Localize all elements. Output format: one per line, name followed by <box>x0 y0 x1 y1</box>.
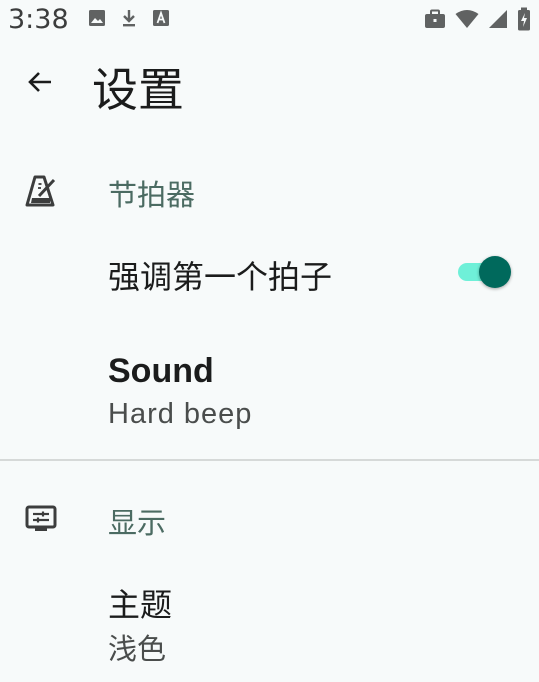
pref-accent-first-beat[interactable]: 强调第一个拍子 <box>0 230 539 314</box>
pref-title-sound: Sound <box>108 352 214 390</box>
status-bar: 3:38 <box>0 0 539 40</box>
category-title-display: 显示 <box>108 506 167 540</box>
category-title-metronome: 节拍器 <box>108 178 196 212</box>
category-display: 显示 <box>0 488 539 548</box>
status-system-icons <box>424 7 531 31</box>
briefcase-icon <box>424 9 446 29</box>
pref-summary-theme: 浅色 <box>108 632 167 666</box>
pref-summary-sound: Hard beep <box>108 398 253 430</box>
pref-title-accent-first-beat: 强调第一个拍子 <box>108 258 333 296</box>
page-title: 设置 <box>92 63 184 117</box>
category-metronome: 节拍器 <box>0 160 539 220</box>
pref-title-theme: 主题 <box>108 586 173 624</box>
pref-theme[interactable]: 主题 浅色 <box>0 566 539 670</box>
arrow-back-icon <box>26 68 54 100</box>
battery-charging-icon <box>517 7 531 31</box>
font-icon <box>151 8 171 28</box>
download-icon <box>119 8 139 28</box>
pref-sound[interactable]: Sound Hard beep <box>0 340 539 444</box>
status-notification-icons <box>87 8 171 28</box>
cell-signal-icon <box>488 9 508 29</box>
section-divider <box>0 459 539 461</box>
accent-first-beat-switch[interactable] <box>458 256 512 288</box>
app-bar: 设置 <box>0 44 539 124</box>
switch-thumb <box>479 256 511 288</box>
wifi-icon <box>455 9 479 29</box>
display-settings-icon <box>24 502 58 536</box>
back-button[interactable] <box>16 60 64 108</box>
metronome-icon <box>24 174 58 208</box>
image-icon <box>87 8 107 28</box>
status-time: 3:38 <box>8 4 69 35</box>
